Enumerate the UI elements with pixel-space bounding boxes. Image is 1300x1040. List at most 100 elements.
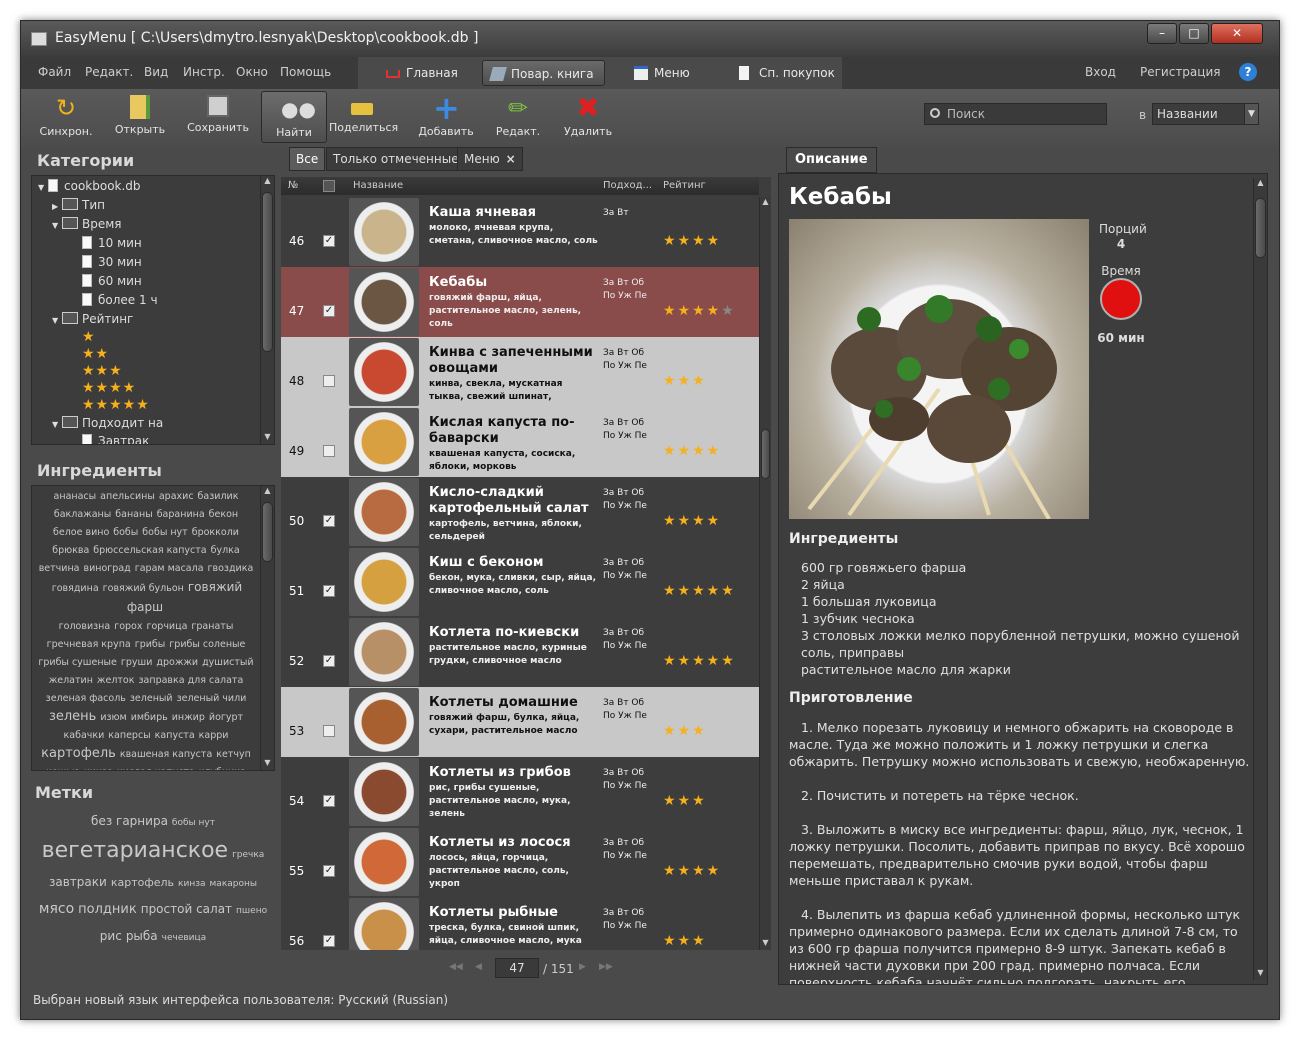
- column-suits[interactable]: Подход...: [603, 180, 652, 191]
- tree-item-time-60[interactable]: 60 мин: [82, 274, 142, 288]
- ingredient-tag[interactable]: кабачки: [64, 730, 105, 741]
- recipe-row[interactable]: 55 ✓ Котлеты из лосося лосось, яйца, горчиц…: [281, 827, 759, 897]
- save-button[interactable]: Сохранить: [185, 91, 251, 143]
- tag-item[interactable]: вегетарианское: [42, 838, 228, 863]
- ingredient-tag[interactable]: дрожжи: [156, 657, 198, 668]
- recipe-checkbox[interactable]: ✓: [323, 865, 335, 877]
- recipe-rating[interactable]: ★★★: [663, 933, 707, 949]
- recipe-rating[interactable]: ★★★★: [663, 863, 721, 879]
- recipe-row[interactable]: 52 ✓ Котлета по-киевски растительное масло,…: [281, 617, 759, 687]
- tag-item[interactable]: простой салат: [141, 902, 232, 916]
- recipe-checkbox[interactable]: [323, 375, 335, 387]
- ingredient-tag[interactable]: душистый: [202, 657, 254, 668]
- tab-all[interactable]: Все: [289, 147, 326, 171]
- tag-item[interactable]: полдник: [78, 902, 137, 917]
- ingredient-tag[interactable]: ананасы: [54, 491, 97, 502]
- menu-help[interactable]: Помощь: [280, 65, 331, 79]
- ingredient-tag[interactable]: зелень: [49, 709, 96, 724]
- ingredients-scrollbar[interactable]: ▲ ▼: [260, 486, 274, 770]
- ingredient-tag[interactable]: заправка для салата: [138, 675, 243, 686]
- last-page-icon[interactable]: ▶▶: [599, 962, 613, 972]
- ingredient-tag[interactable]: булка: [211, 545, 240, 556]
- ingredient-tag[interactable]: баклажаны: [54, 509, 111, 520]
- open-button[interactable]: Открыть: [107, 91, 173, 143]
- column-check-all[interactable]: [323, 180, 335, 192]
- tree-item-type[interactable]: ▶ Тип: [52, 198, 105, 212]
- tree-root[interactable]: ▼ cookbook.db: [38, 179, 141, 193]
- recipe-rating[interactable]: ★★★★★: [663, 653, 736, 669]
- ingredient-tag[interactable]: грибы: [135, 639, 166, 650]
- close-button[interactable]: ✕: [1211, 23, 1263, 44]
- ingredient-tag[interactable]: груши: [121, 657, 153, 668]
- recipe-checkbox[interactable]: [323, 445, 335, 457]
- ingredient-tag[interactable]: головизна: [59, 621, 111, 632]
- ingredient-tag[interactable]: гарам масала: [135, 563, 204, 574]
- tag-item[interactable]: чечевица: [162, 933, 207, 943]
- recipe-row[interactable]: 51 ✓ Киш с беконом бекон, мука, сливки, сыр…: [281, 547, 759, 617]
- ingredient-tag[interactable]: виноград: [84, 563, 131, 574]
- page-input[interactable]: 47: [495, 958, 539, 978]
- recipe-row[interactable]: 53 Котлеты домашние говяжий фарш, булка, я…: [281, 687, 759, 757]
- ingredient-tag[interactable]: бобы нут: [142, 527, 187, 538]
- recipe-row[interactable]: 48 Кинва с запеченными овощами кинва, свек…: [281, 337, 759, 415]
- tree-item-time-30[interactable]: 30 мин: [82, 255, 142, 269]
- ingredient-tag[interactable]: каперсы: [108, 730, 150, 741]
- recipe-row[interactable]: 56 ✓ Котлеты рыбные треска, булка, свиной ш…: [281, 897, 759, 950]
- ingredient-tag[interactable]: инжир: [172, 712, 205, 723]
- menu-window[interactable]: Окно: [236, 65, 268, 79]
- ingredient-tag[interactable]: брокколи: [192, 527, 239, 538]
- recipe-rating[interactable]: ★★★: [663, 373, 707, 389]
- tab-description[interactable]: Описание: [786, 147, 877, 173]
- tree-item-time[interactable]: ▼ Время: [52, 217, 122, 231]
- ingredient-tag[interactable]: гречневая крупа: [47, 639, 131, 650]
- first-page-icon[interactable]: ◀◀: [449, 962, 463, 972]
- recipe-checkbox[interactable]: ✓: [323, 585, 335, 597]
- ingredient-tag[interactable]: гвоздика: [208, 563, 254, 574]
- recipe-rating[interactable]: ★★★★: [663, 443, 721, 459]
- tag-item[interactable]: рыба: [126, 929, 158, 943]
- tree-item-rating-1[interactable]: ★: [82, 329, 96, 345]
- scroll-thumb[interactable]: [262, 192, 273, 352]
- search-field-select[interactable]: Названии ▼: [1152, 103, 1259, 125]
- recipe-checkbox[interactable]: ✓: [323, 795, 335, 807]
- maximize-button[interactable]: □: [1179, 23, 1209, 44]
- categories-scrollbar[interactable]: ▲ ▼: [260, 176, 274, 444]
- recipe-checkbox[interactable]: ✓: [323, 235, 335, 247]
- scroll-thumb[interactable]: [761, 429, 770, 479]
- find-button[interactable]: ●● Найти: [261, 91, 327, 143]
- ingredient-tag[interactable]: кинза: [84, 767, 113, 770]
- ingredient-tag[interactable]: зеленый чили: [177, 693, 247, 704]
- ingredient-tag[interactable]: клубника: [199, 767, 246, 770]
- recipe-rating[interactable]: ★★★★: [663, 513, 721, 529]
- ingredient-tag[interactable]: базилик: [198, 491, 239, 502]
- tree-item-rating[interactable]: ▼ Рейтинг: [52, 312, 133, 326]
- add-button[interactable]: + Добавить: [413, 91, 479, 143]
- ingredient-tag[interactable]: апельсины: [100, 491, 155, 502]
- help-icon[interactable]: ?: [1239, 63, 1257, 81]
- ingredient-tag[interactable]: квашеная капуста: [120, 749, 212, 760]
- ingredient-tag[interactable]: бекон: [209, 509, 238, 520]
- ingredient-tag[interactable]: арахис: [159, 491, 194, 502]
- recipe-rating[interactable]: ★★★★★: [663, 303, 736, 319]
- ingredient-tag[interactable]: горох: [114, 621, 142, 632]
- ingredient-tag[interactable]: белое вино: [53, 527, 109, 538]
- ingredient-tag[interactable]: кетчуп: [216, 749, 251, 760]
- nav-tab-cookbook[interactable]: Повар. книга: [482, 60, 605, 86]
- recipe-checkbox[interactable]: ✓: [323, 515, 335, 527]
- nav-tab-menu[interactable]: Меню: [626, 60, 700, 86]
- tree-item-rating-4[interactable]: ★★★★: [82, 380, 136, 396]
- recipe-rating[interactable]: ★★★★: [663, 233, 721, 249]
- tree-item-time-10[interactable]: 10 мин: [82, 236, 142, 250]
- recipe-checkbox[interactable]: ✓: [323, 935, 335, 947]
- detail-scrollbar[interactable]: ▲ ▼: [1253, 178, 1267, 980]
- column-name[interactable]: Название: [353, 180, 403, 191]
- ingredient-tag[interactable]: йогурт: [209, 712, 243, 723]
- recipe-rating[interactable]: ★★★★★: [663, 583, 736, 599]
- column-rating[interactable]: Рейтинг: [663, 180, 706, 191]
- tree-item-rating-3[interactable]: ★★★: [82, 363, 123, 379]
- tab-menu[interactable]: Меню ×: [457, 147, 523, 171]
- tree-item-rating-5[interactable]: ★★★★★: [82, 397, 150, 413]
- scroll-thumb[interactable]: [1255, 198, 1266, 258]
- ingredient-tag[interactable]: баранина: [157, 509, 205, 520]
- recipe-row[interactable]: 50 ✓ Кисло-сладкий картофельный салат карто…: [281, 477, 759, 547]
